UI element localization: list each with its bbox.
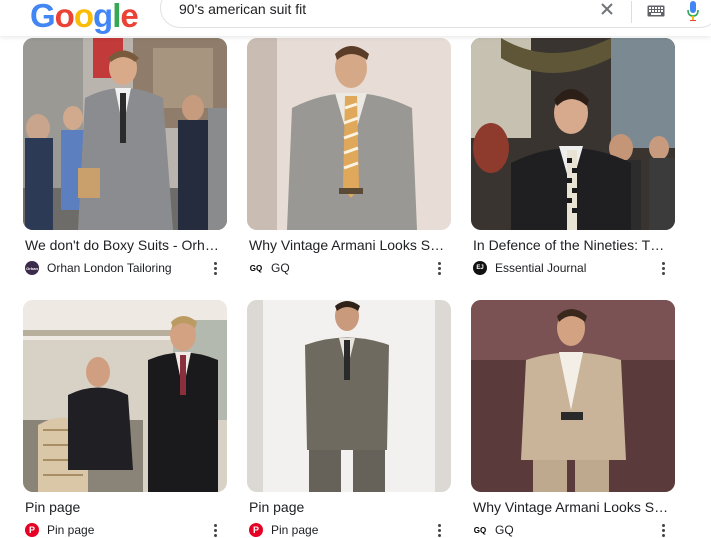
header: Google <box>0 0 711 36</box>
result-image-graphic <box>471 300 675 492</box>
result-image-graphic <box>471 38 675 230</box>
favicon-text: GQ <box>249 263 263 273</box>
result-source[interactable]: GQ GQ <box>473 522 514 538</box>
result-source[interactable]: Orhan Orhan London Tailoring <box>25 260 172 276</box>
result-source[interactable]: P Pin page <box>25 522 94 538</box>
result-image[interactable] <box>23 300 227 492</box>
result-image[interactable] <box>471 300 675 492</box>
more-options-icon[interactable] <box>435 522 443 538</box>
result-title[interactable]: Why Vintage Armani Looks So Good <box>473 499 671 515</box>
source-name: Pin page <box>271 523 319 537</box>
logo-letter: o <box>54 0 75 34</box>
result-image-graphic <box>23 38 227 230</box>
result-image-graphic <box>247 300 451 492</box>
search-box <box>160 0 711 28</box>
keyboard-icon[interactable] <box>647 5 665 17</box>
google-logo[interactable]: Google <box>30 0 139 34</box>
result-title[interactable]: Pin page <box>25 499 223 515</box>
favicon-text: EJ <box>476 265 484 271</box>
gq-favicon-icon: GQ <box>473 523 487 537</box>
source-name: GQ <box>495 523 514 537</box>
result-image-graphic <box>247 38 451 230</box>
result-image[interactable] <box>23 38 227 230</box>
result-source[interactable]: P Pin page <box>249 522 318 538</box>
logo-letter: e <box>120 0 138 34</box>
pinterest-favicon-icon: P <box>25 523 39 537</box>
logo-letter: o <box>73 0 94 34</box>
ej-favicon-icon: EJ <box>473 261 487 275</box>
search-divider <box>631 1 632 23</box>
result-title[interactable]: In Defence of the Nineties: The Best Sui… <box>473 237 671 253</box>
source-name: Pin page <box>47 523 95 537</box>
pinterest-favicon-icon: P <box>249 523 263 537</box>
more-options-icon[interactable] <box>659 260 667 276</box>
result-title[interactable]: Pin page <box>249 499 447 515</box>
source-name: Essential Journal <box>495 261 587 275</box>
more-options-icon[interactable] <box>211 522 219 538</box>
search-input[interactable] <box>179 1 559 17</box>
more-options-icon[interactable] <box>211 260 219 276</box>
result-card[interactable]: Pin page P Pin page <box>23 300 227 537</box>
more-options-icon[interactable] <box>435 260 443 276</box>
logo-letter: G <box>30 0 56 34</box>
result-image[interactable] <box>471 38 675 230</box>
gq-favicon-icon: GQ <box>249 261 263 275</box>
mic-icon[interactable] <box>687 1 699 21</box>
orhan-favicon-icon: Orhan <box>25 261 39 275</box>
result-image-graphic <box>23 300 227 492</box>
result-source[interactable]: EJ Essential Journal <box>473 260 586 276</box>
result-image[interactable] <box>247 38 451 230</box>
clear-icon[interactable] <box>599 1 615 17</box>
result-card[interactable]: We don't do Boxy Suits - Orhan London Ta… <box>23 38 227 275</box>
favicon-text: Orhan <box>26 265 38 271</box>
logo-letter: l <box>112 0 121 34</box>
more-options-icon[interactable] <box>659 522 667 538</box>
result-card[interactable]: Why Vintage Armani Looks So Good GQ GQ <box>471 300 675 537</box>
result-source[interactable]: GQ GQ <box>249 260 290 276</box>
source-name: GQ <box>271 261 290 275</box>
result-card[interactable]: In Defence of the Nineties: The Best Sui… <box>471 38 675 275</box>
result-card[interactable]: Why Vintage Armani Looks So Good GQ GQ <box>247 38 451 275</box>
result-image[interactable] <box>247 300 451 492</box>
source-name: Orhan London Tailoring <box>47 261 172 275</box>
logo-letter: g <box>93 0 113 34</box>
result-title[interactable]: We don't do Boxy Suits - Orhan London Ta… <box>25 237 223 253</box>
result-title[interactable]: Why Vintage Armani Looks So Good <box>249 237 447 253</box>
result-card[interactable]: Pin page P Pin page <box>247 300 451 537</box>
favicon-text: GQ <box>473 525 487 535</box>
